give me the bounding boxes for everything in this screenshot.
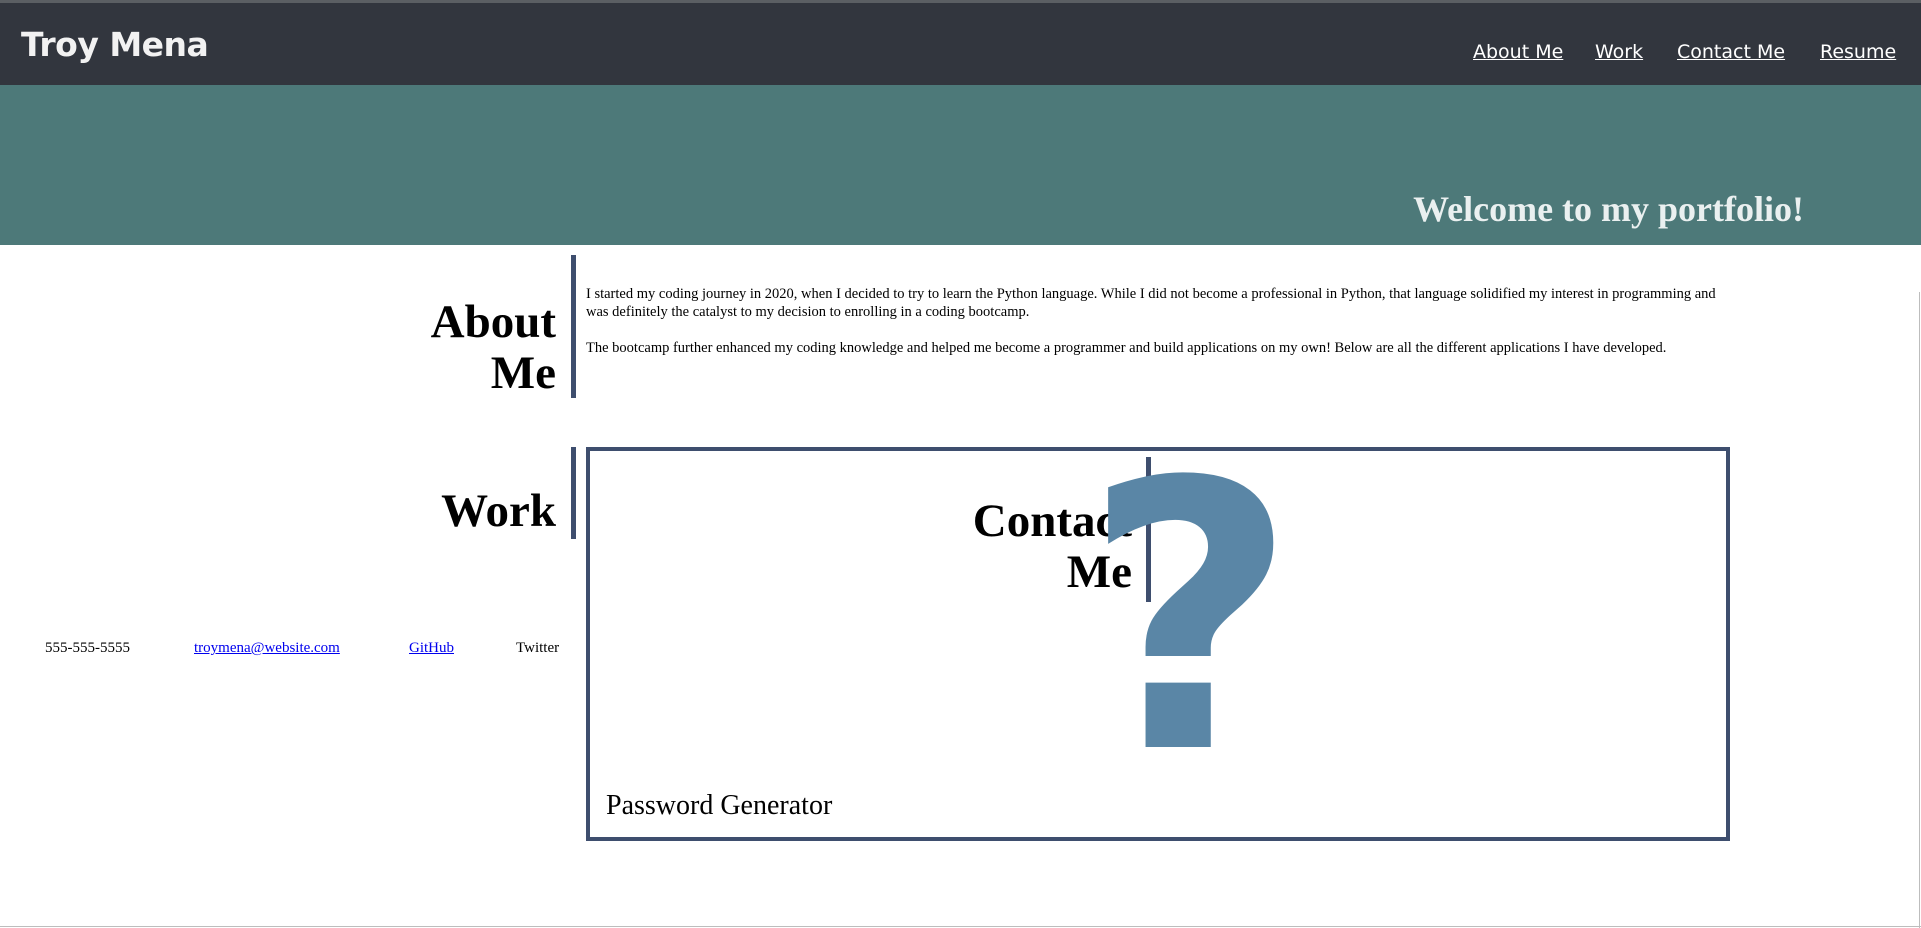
contact-twitter: Twitter: [516, 640, 560, 656]
contact-github-link[interactable]: GitHub: [409, 640, 454, 657]
site-brand[interactable]: Troy Mena: [21, 25, 209, 64]
contact-email-link[interactable]: troymena@website.com: [194, 640, 340, 657]
work-divider: [571, 447, 576, 539]
work-heading: Work: [441, 485, 556, 537]
nav-link-about-me[interactable]: About Me: [1473, 41, 1563, 63]
page-bottom-edge: [0, 926, 1921, 927]
contact-phone: 555-555-5555: [45, 640, 130, 656]
project-title[interactable]: Password Generator: [606, 790, 832, 822]
hero-banner: Welcome to my portfolio!: [0, 85, 1921, 245]
about-heading: About Me: [431, 297, 556, 399]
navbar: Troy Mena About Me Work Contact Me Resum…: [0, 3, 1921, 85]
about-heading-line2: Me: [490, 347, 556, 399]
about-body: I started my coding journey in 2020, whe…: [586, 285, 1716, 375]
about-paragraph-2: The bootcamp further enhanced my coding …: [586, 340, 1667, 356]
about-divider: [571, 255, 576, 398]
hero-title: Welcome to my portfolio!: [1413, 189, 1804, 229]
question-mark-icon: ?: [1082, 405, 1298, 835]
nav-link-contact-me[interactable]: Contact Me: [1677, 41, 1785, 63]
nav-link-work[interactable]: Work: [1595, 41, 1643, 63]
about-paragraph-1: I started my coding journey in 2020, whe…: [586, 286, 1716, 320]
page-right-edge: [1919, 292, 1920, 928]
nav-link-resume[interactable]: Resume: [1820, 41, 1896, 63]
about-heading-line1: About: [430, 296, 556, 348]
